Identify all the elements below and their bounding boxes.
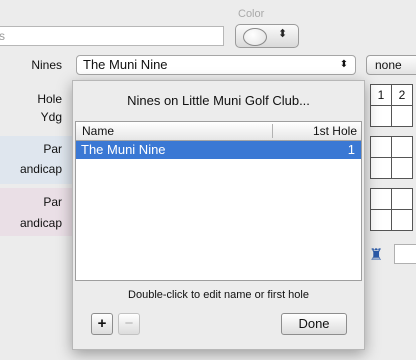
nines-label: Nines [31, 58, 62, 72]
par-label-1: Par [43, 142, 62, 156]
done-button[interactable]: Done [281, 313, 347, 335]
list-item[interactable]: The Muni Nine 1 [76, 141, 361, 159]
none-popup[interactable]: none [366, 55, 416, 75]
ydg-label: Ydg [40, 110, 62, 124]
par-cell[interactable] [391, 188, 413, 210]
search-field[interactable]: s [0, 26, 224, 46]
remove-button[interactable]: − [118, 313, 140, 335]
column-header-first-hole[interactable]: 1st Hole [313, 124, 357, 138]
popup-arrows-icon: ⬍ [339, 59, 349, 70]
list-header: Name 1st Hole [76, 122, 361, 141]
handicap-cell[interactable] [391, 157, 413, 179]
side-input-field[interactable] [394, 244, 416, 264]
hint-text: Double-click to edit name or first hole [128, 289, 309, 301]
column-header-name[interactable]: Name [82, 124, 114, 138]
handicap-cell[interactable] [370, 157, 392, 179]
handicap-cell[interactable] [370, 209, 392, 231]
ydg-cell[interactable] [391, 105, 413, 127]
sheet-title: Nines on Little Muni Golf Club... [127, 93, 310, 108]
par-cell[interactable] [391, 136, 413, 158]
handicap-label-1: andicap [19, 162, 62, 176]
par-label-2: Par [43, 195, 62, 209]
nines-select-value: The Muni Nine [83, 57, 168, 72]
golfer-icon[interactable]: ♜ [369, 245, 383, 265]
scorecard-grid: 1 2 [370, 84, 416, 236]
nines-sheet: Nines on Little Muni Golf Club... Name 1… [72, 80, 365, 350]
handicap-cell[interactable] [391, 209, 413, 231]
color-label: Color [238, 8, 265, 20]
color-popup-button[interactable]: ⬍ [235, 24, 299, 48]
popup-arrows-icon: ⬍ [278, 28, 288, 40]
hole-cell[interactable]: 1 [370, 84, 392, 106]
par-cell[interactable] [370, 136, 392, 158]
par-cell[interactable] [370, 188, 392, 210]
nine-first-hole: 1 [347, 142, 355, 157]
nine-name: The Muni Nine [81, 142, 166, 157]
handicap-label-2: andicap [19, 216, 62, 230]
hole-cell[interactable]: 2 [391, 84, 413, 106]
column-divider[interactable] [272, 124, 273, 138]
color-swatch-icon [243, 28, 267, 46]
nines-list[interactable]: Name 1st Hole The Muni Nine 1 [75, 121, 362, 281]
nines-select[interactable]: The Muni Nine ⬍ [76, 55, 356, 75]
add-button[interactable]: + [91, 313, 113, 335]
ydg-cell[interactable] [370, 105, 392, 127]
hole-label: Hole [37, 92, 62, 106]
